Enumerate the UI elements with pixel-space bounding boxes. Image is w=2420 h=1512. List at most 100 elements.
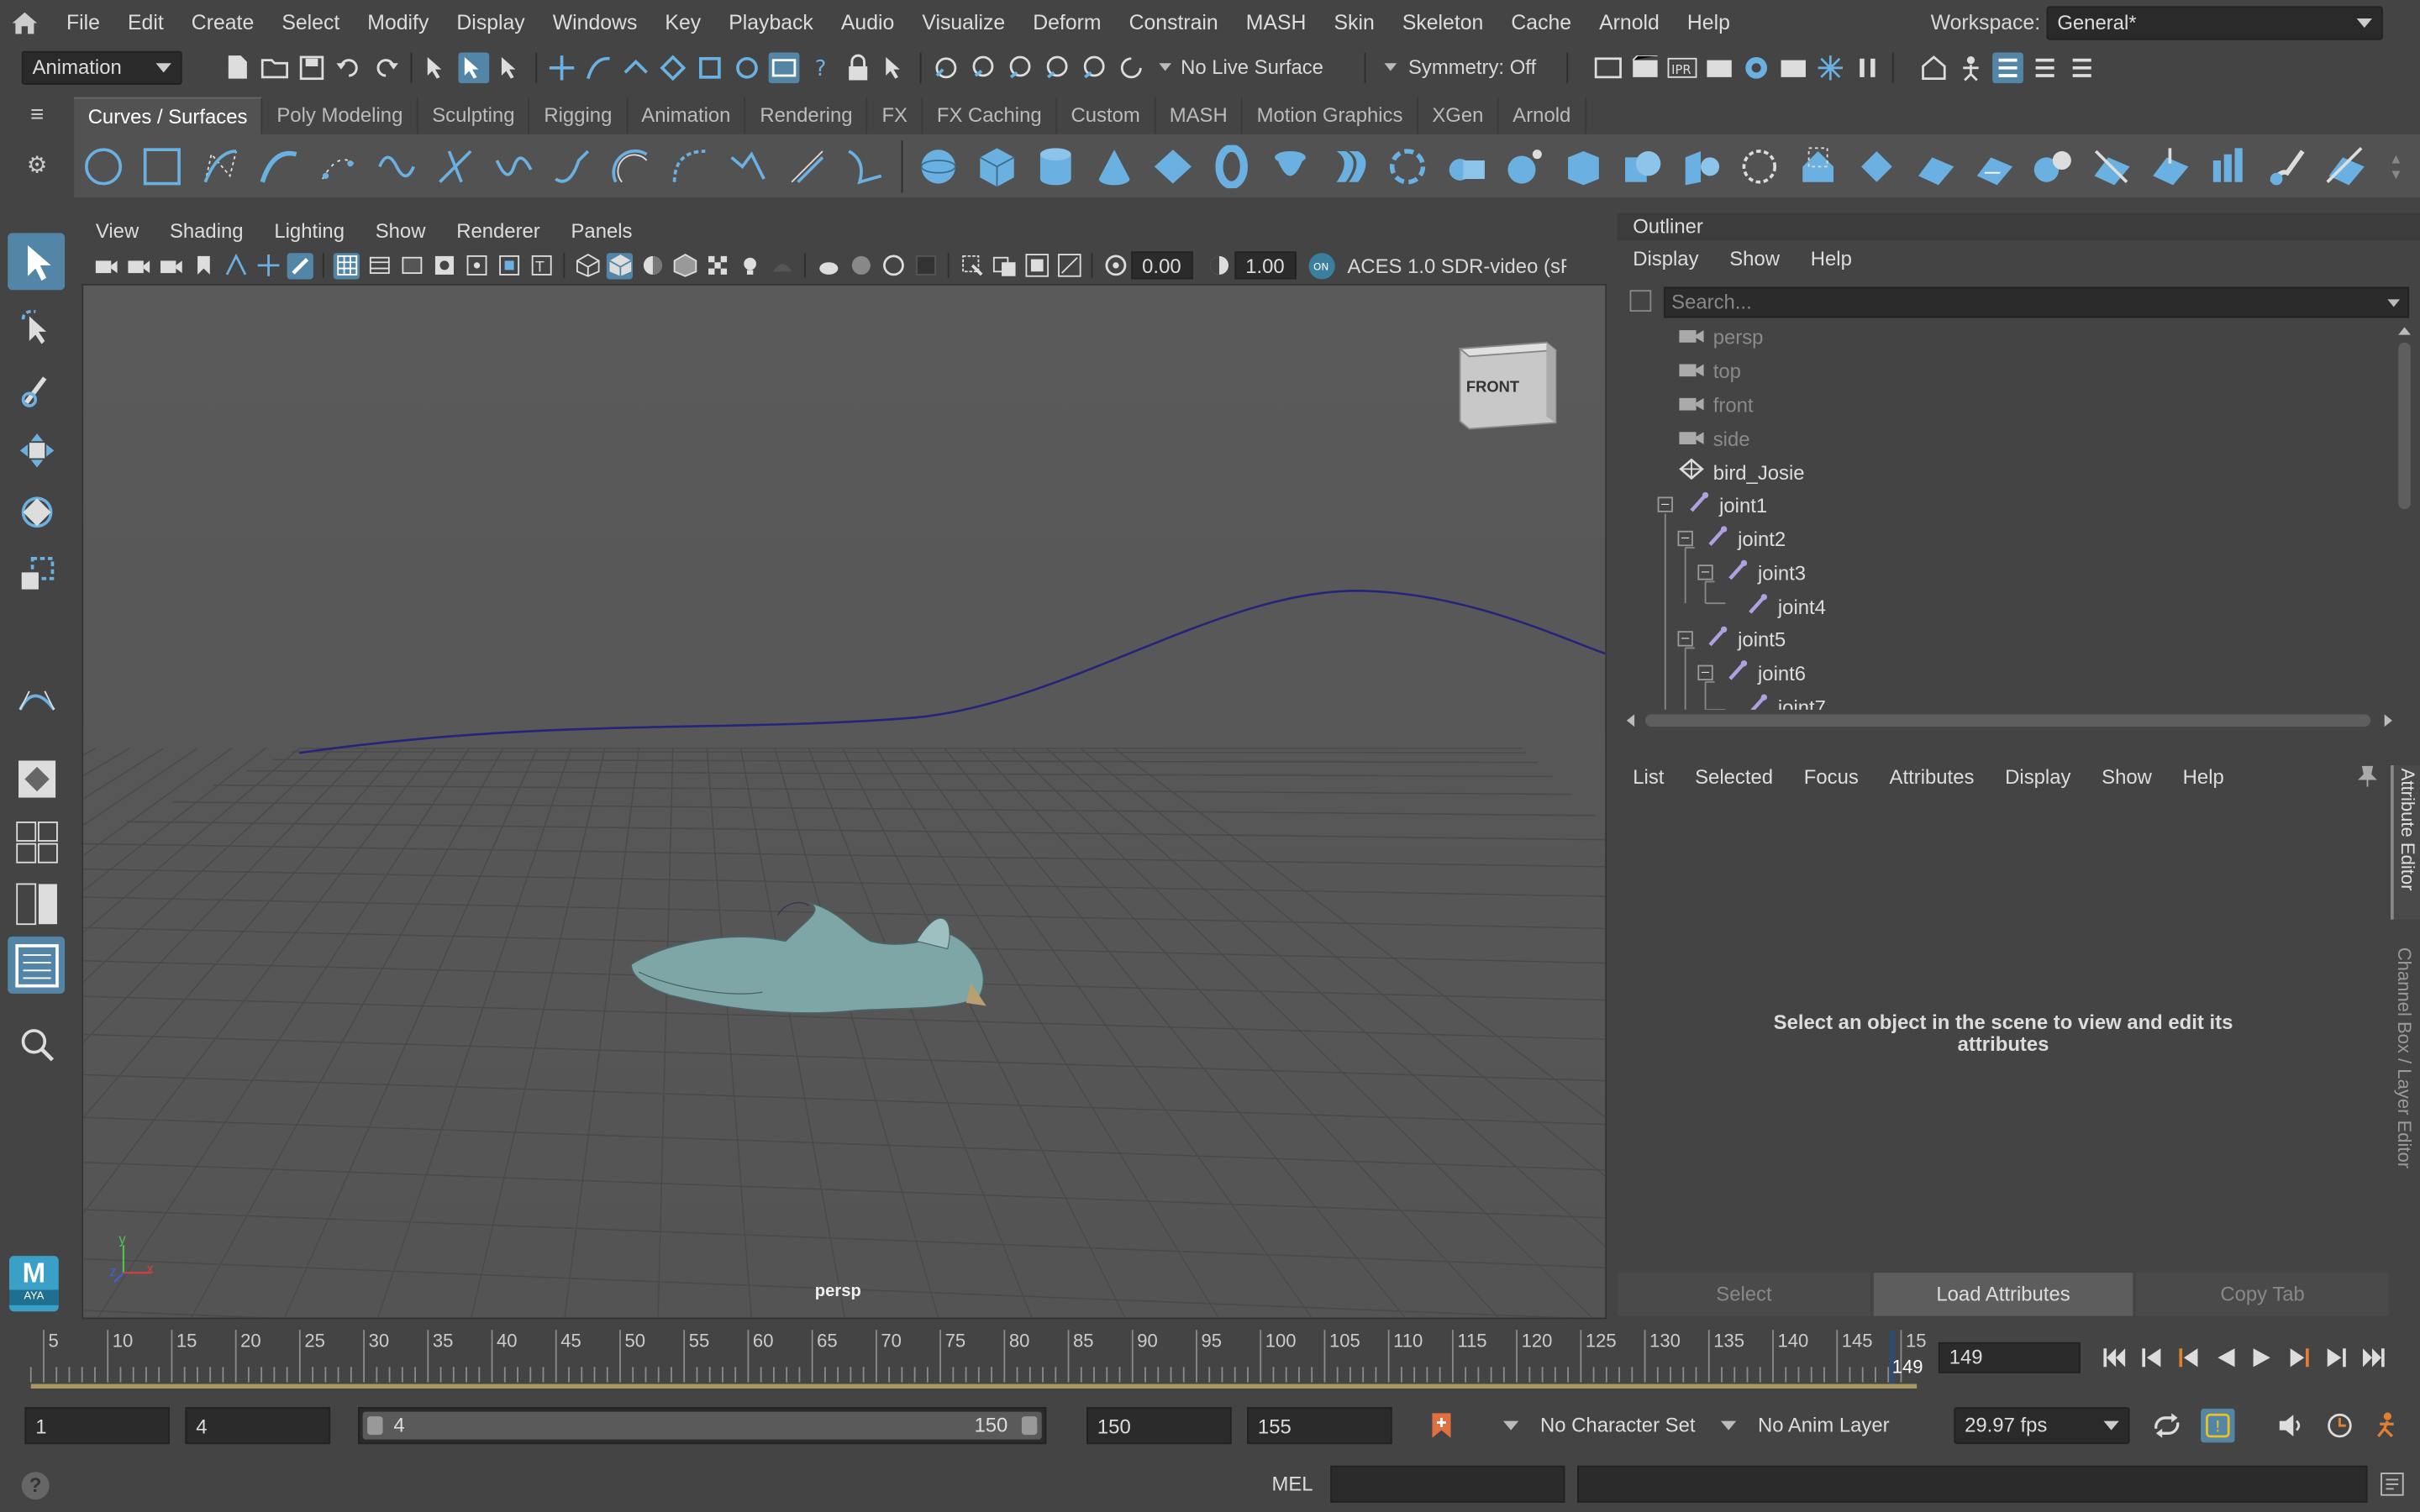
filter-icon[interactable] [1629, 290, 1652, 312]
stitch-icon[interactable] [2086, 138, 2136, 193]
insert-knot-icon[interactable] [841, 138, 891, 193]
modeling-toolkit-icon[interactable] [1919, 52, 1950, 83]
gamma-field[interactable]: 1.00 [1234, 251, 1297, 280]
pin-icon[interactable] [2358, 764, 2377, 790]
rotate-tool-icon[interactable] [8, 483, 65, 540]
shelf-tab-mash[interactable]: MASH [1155, 96, 1244, 134]
select-object-icon[interactable] [458, 51, 490, 83]
select-camera-icon[interactable] [92, 252, 118, 278]
planar-icon[interactable] [1383, 138, 1433, 193]
ep-curve-icon[interactable] [255, 138, 304, 193]
nurbs-cylinder-icon[interactable] [1031, 138, 1081, 193]
extend-curve-icon[interactable] [548, 138, 597, 193]
exposure-icon[interactable] [1102, 252, 1128, 278]
bookmark-icon[interactable] [190, 252, 216, 278]
menu-arnold[interactable]: Arnold [1586, 0, 1674, 45]
start-time-field[interactable]: 1 [24, 1407, 171, 1445]
nurbs-circle-icon[interactable] [79, 138, 129, 193]
revolve-icon[interactable] [1265, 138, 1315, 193]
outliner-menu-display[interactable]: Display [1618, 241, 1714, 278]
outliner-menu-help[interactable]: Help [1795, 241, 1867, 278]
attr-menu-show[interactable]: Show [2086, 756, 2167, 799]
outliner-node-joint5[interactable]: joint5 [1707, 623, 1786, 656]
chevron-down-icon[interactable] [1159, 63, 1172, 71]
square-surface-icon[interactable] [1618, 138, 1667, 193]
fps-select[interactable]: 29.97 fps [1954, 1407, 2130, 1445]
chevron-down-icon[interactable] [1383, 63, 1397, 71]
shelf-tab-rendering[interactable]: Rendering [746, 96, 868, 134]
outliner-layout-icon[interactable] [8, 936, 66, 994]
snap-point-icon[interactable] [620, 52, 651, 83]
shelf-tab-curves-surfaces[interactable]: Curves / Surfaces [74, 96, 263, 134]
outliner-node-persp[interactable]: persp [1679, 321, 1763, 354]
range-handle-right[interactable] [1021, 1416, 1038, 1436]
scale-tool-icon[interactable] [8, 544, 65, 601]
menu-cache[interactable]: Cache [1497, 0, 1586, 45]
script-language-label[interactable]: MEL [1271, 1472, 1313, 1495]
four-panel-layout-icon[interactable] [8, 813, 65, 870]
two-panel-layout-icon[interactable] [8, 874, 65, 932]
snap-toggle-icon[interactable] [768, 51, 800, 83]
pause-icon[interactable] [1853, 52, 1884, 83]
range-slider-handle[interactable]: 4 150 [362, 1411, 1042, 1440]
outliner-node-side[interactable]: side [1679, 423, 1750, 455]
multisample-aa-icon[interactable] [880, 252, 906, 278]
outliner-node-bird[interactable]: bird_Josie [1679, 457, 1805, 490]
resolution-gate-icon[interactable] [398, 252, 424, 278]
shelf-tab-poly-modeling[interactable]: Poly Modeling [263, 96, 418, 134]
collapse-icon[interactable]: – [1697, 664, 1713, 680]
xray-components-icon[interactable] [1055, 252, 1081, 278]
attr-menu-attributes[interactable]: Attributes [1874, 756, 1990, 799]
nurbs-plane-icon[interactable] [1149, 138, 1198, 193]
menu-skin[interactable]: Skin [1320, 0, 1388, 45]
textured-icon[interactable] [704, 252, 730, 278]
menu-constrain[interactable]: Constrain [1115, 0, 1232, 45]
fillet-curve-icon[interactable] [782, 138, 832, 193]
safe-action-icon[interactable] [496, 252, 522, 278]
shelf-tab-fx-caching[interactable]: FX Caching [923, 96, 1057, 134]
collapse-icon[interactable]: – [1677, 630, 1693, 647]
select-tool-icon[interactable] [8, 233, 66, 291]
shelf-tab-arnold[interactable]: Arnold [1499, 96, 1586, 134]
viewcube-front-label[interactable]: FRONT [1466, 380, 1519, 396]
viewport-persp[interactable]: FRONT persp y x z [82, 283, 1607, 1320]
auto-key-icon[interactable] [1429, 1412, 1454, 1445]
play-forwards-icon[interactable] [2247, 1342, 2278, 1373]
grease-pencil-icon[interactable] [287, 252, 313, 279]
hypershade-icon[interactable] [1741, 52, 1772, 83]
channel-box-icon[interactable] [2067, 52, 2098, 83]
wireframe-on-shaded-icon[interactable] [671, 252, 697, 278]
shelf-tab-sculpting[interactable]: Sculpting [418, 96, 530, 134]
exposure-field[interactable]: 0.00 [1131, 251, 1193, 280]
viewport-menu-show[interactable]: Show [360, 216, 440, 247]
reverse-curve-icon[interactable] [666, 138, 715, 193]
audio-icon[interactable] [2275, 1410, 2306, 1441]
isolate-select-icon[interactable] [959, 252, 985, 278]
depth-of-field-icon[interactable] [912, 252, 938, 278]
attr-copy-tab-button[interactable]: Copy Tab [2135, 1273, 2390, 1316]
menu-display[interactable]: Display [443, 0, 539, 45]
render-settings-icon[interactable] [1704, 52, 1735, 83]
outliner-node-joint3[interactable]: joint3 [1727, 557, 1806, 590]
viewport-menu-panels[interactable]: Panels [555, 216, 648, 247]
loop-icon[interactable] [2151, 1410, 2182, 1441]
film-gate-icon[interactable] [366, 252, 392, 278]
attr-menu-focus[interactable]: Focus [1788, 756, 1874, 799]
snap-grid-icon[interactable] [546, 52, 577, 83]
attr-select-button[interactable]: Select [1617, 1273, 1871, 1316]
nurbs-cube-icon[interactable] [972, 138, 1022, 193]
lasso-icon[interactable] [968, 52, 999, 83]
menu-windows[interactable]: Windows [539, 0, 651, 45]
cache-playback-icon[interactable]: ! [2201, 1408, 2235, 1443]
screen-space-ao-icon[interactable] [815, 252, 841, 278]
shelf-scroll-icon[interactable]: ▲ ▼ [2389, 150, 2411, 181]
offset-surface-icon[interactable] [2321, 138, 2370, 193]
outliner-search-input[interactable]: Search... [1663, 286, 2410, 318]
anim-end-field[interactable]: 150 [1086, 1407, 1232, 1445]
reflection-icon[interactable] [1116, 52, 1147, 83]
chevron-down-icon[interactable] [1502, 1420, 1519, 1431]
character-set-label[interactable]: No Character Set [1540, 1413, 1695, 1436]
range-handle-left[interactable] [367, 1416, 383, 1436]
step-back-frame-icon[interactable] [2136, 1342, 2167, 1373]
offset-curve-icon[interactable] [607, 138, 656, 193]
